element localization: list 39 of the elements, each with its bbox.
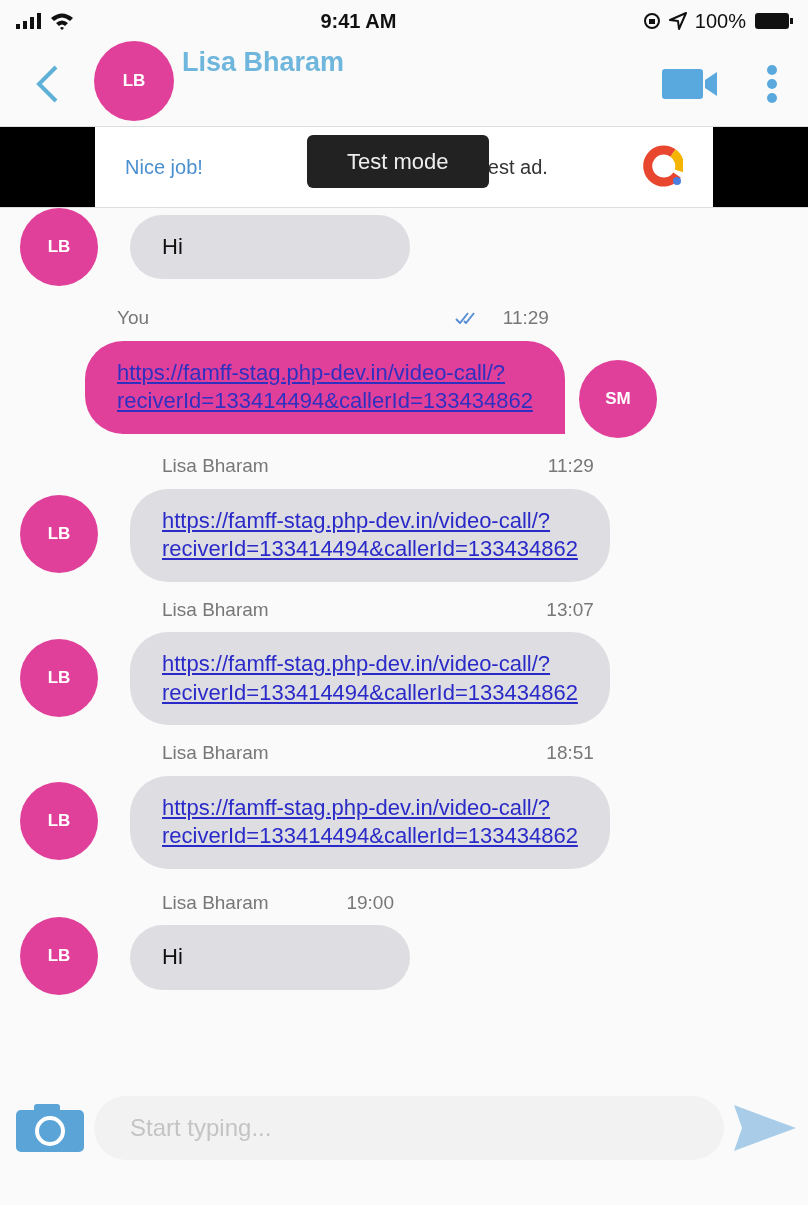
sender-avatar: LB: [20, 494, 98, 573]
sender-name: Lisa Bharam: [162, 741, 269, 766]
message-time: 11:29: [547, 454, 594, 478]
message-text: Hi: [162, 233, 183, 259]
sender-name: You: [117, 306, 150, 331]
wifi-icon: [50, 12, 74, 30]
camera-icon[interactable]: [16, 1104, 84, 1152]
message-time: 18:51: [546, 741, 594, 766]
message-link[interactable]: https://famff-stag.php-dev.in/video-call/? reciverId=133414494&callerId=133434862: [162, 650, 578, 708]
battery-percent: 100%: [694, 9, 746, 34]
message-link[interactable]: https://famff-stag.php-dev.in/video-call/? reciverId=133414494&callerId=133434862: [162, 506, 578, 564]
message-link[interactable]: https://famff-stag.php-dev.in/video-call/? reciverId=133414494&callerId=133434862: [162, 793, 578, 852]
location-arrow-icon: [668, 12, 687, 30]
battery-icon: [754, 12, 794, 30]
send-icon[interactable]: [734, 1105, 796, 1151]
sender-avatar: LB: [20, 208, 98, 286]
more-options-icon[interactable]: [766, 65, 778, 103]
contact-name: Lisa Bharam: [182, 46, 345, 79]
sender-avatar: LB: [20, 782, 98, 861]
status-time: 9:41 AM: [320, 9, 397, 34]
video-camera-icon[interactable]: [662, 68, 718, 100]
contact-avatar: LB: [94, 41, 174, 121]
logo-icon: [643, 145, 683, 189]
ad-text: est ad.: [487, 155, 548, 180]
rotation-lock-icon: [642, 12, 661, 30]
sender-avatar: SM: [578, 360, 657, 438]
message-text: Hi: [162, 944, 183, 969]
sender-avatar: LB: [20, 638, 98, 717]
sender-name: Lisa Bharam: [162, 454, 269, 478]
sender-name: Lisa Bharam: [162, 890, 269, 915]
message-time: 13:07: [546, 597, 594, 622]
sender-avatar: LB: [20, 917, 98, 996]
signal-icon: [16, 13, 42, 29]
ad-text: Nice job!: [125, 155, 203, 180]
back-icon[interactable]: [36, 65, 58, 103]
sender-name: Lisa Bharam: [162, 597, 269, 622]
message-time: 19:00: [346, 890, 394, 915]
test-mode-tooltip: Test mode: [307, 135, 489, 188]
message-time: 11:29: [502, 306, 549, 331]
